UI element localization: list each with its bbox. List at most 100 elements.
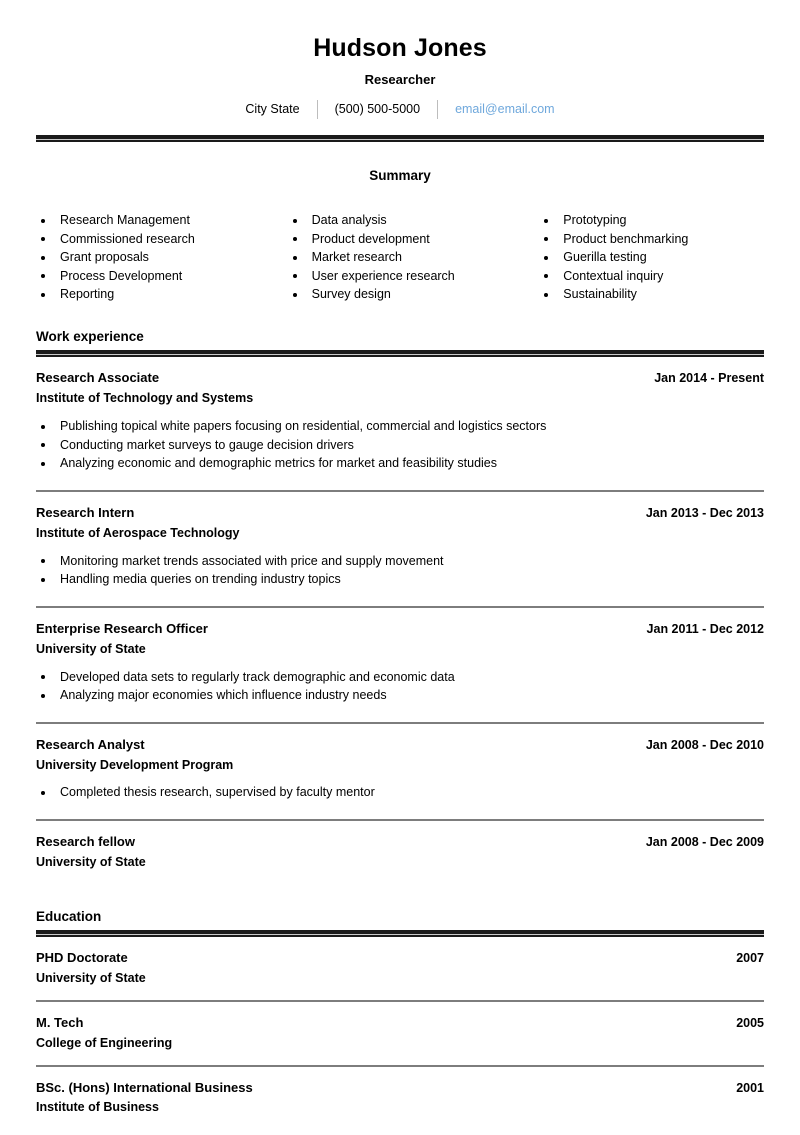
list-item: Publishing topical white papers focusing… (36, 417, 764, 436)
list-item: Handling media queries on trending indus… (36, 570, 764, 589)
header-divider (36, 135, 764, 143)
list-item: Sustainability (539, 285, 764, 304)
responsibility-text: Publishing topical white papers focusing… (60, 419, 547, 434)
list-item: Product benchmarking (539, 230, 764, 249)
job-organization: University of State (36, 641, 146, 656)
section-divider (36, 350, 764, 358)
work-entry: Enterprise Research Officer Jan 2011 - D… (36, 608, 764, 722)
list-item: Analyzing major economies which influenc… (36, 686, 764, 705)
skill-label: Product benchmarking (563, 231, 689, 246)
job-title: Research Intern (36, 504, 135, 520)
responsibility-text: Handling media queries on trending indus… (60, 572, 341, 587)
skill-label: Survey design (311, 287, 391, 302)
job-date-range: Jan 2014 - Present (654, 371, 764, 386)
skill-label: Reporting (60, 287, 115, 302)
degree-institution: College of Engineering (36, 1035, 173, 1050)
skills-column-3: Prototyping Product benchmarking Guerill… (521, 211, 764, 304)
summary-section: Summary Research Management Commissioned… (36, 142, 764, 304)
responsibility-text: Analyzing economic and demographic metri… (60, 456, 498, 471)
list-item: Developed data sets to regularly track d… (36, 668, 764, 687)
skill-label: Product development (311, 231, 430, 246)
skill-label: Prototyping (563, 213, 627, 228)
job-title: Research Associate (36, 370, 160, 386)
section-heading-education: Education (36, 908, 102, 924)
entry-header: BSc. (Hons) International Business 2001 (36, 1080, 764, 1097)
summary-heading: Summary (369, 168, 431, 184)
list-item: Commissioned research (36, 230, 279, 249)
resume-page: Hudson Jones Researcher City State (500)… (0, 0, 800, 1135)
skill-label: Sustainability (563, 287, 637, 302)
education-entry: BSc. (Hons) International Business 2001 … (36, 1067, 764, 1130)
skill-label: User experience research (311, 268, 455, 283)
job-date-range: Jan 2008 - Dec 2010 (645, 737, 764, 752)
section-divider (36, 930, 764, 938)
job-responsibilities: Developed data sets to regularly track d… (36, 668, 764, 705)
contact-separator-icon (316, 100, 318, 120)
skill-label: Commissioned research (60, 231, 195, 246)
list-item: Data analysis (288, 211, 522, 230)
skill-label: Grant proposals (60, 250, 149, 265)
list-item: Monitoring market trends associated with… (36, 552, 764, 571)
list-item: Market research (288, 248, 522, 267)
work-entry: Research Associate Jan 2014 - Present In… (36, 357, 764, 490)
list-item: User experience research (288, 267, 522, 286)
job-responsibilities: Completed thesis research, supervised by… (36, 783, 764, 802)
degree-title: BSc. (Hons) International Business (36, 1079, 253, 1095)
job-title: Research fellow (36, 834, 135, 850)
job-date-range: Jan 2013 - Dec 2013 (645, 505, 764, 520)
job-title: Enterprise Research Officer (36, 620, 208, 636)
section-heading-work: Work experience (36, 329, 144, 345)
education-entry: M. Tech 2005 College of Engineering (36, 1002, 764, 1065)
list-item: Conducting market surveys to gauge decis… (36, 436, 764, 455)
candidate-role: Researcher (364, 71, 436, 87)
entry-header: PHD Doctorate 2007 (36, 950, 764, 967)
contact-email-link[interactable]: email@email.com (455, 102, 555, 118)
contact-separator-icon (437, 100, 439, 120)
job-responsibilities: Monitoring market trends associated with… (36, 552, 764, 589)
degree-year: 2001 (736, 1080, 764, 1095)
entry-header: M. Tech 2005 (36, 1015, 764, 1032)
skill-label: Market research (311, 250, 402, 265)
job-organization: Institute of Technology and Systems (36, 391, 254, 406)
candidate-name: Hudson Jones (313, 34, 487, 62)
list-item: Survey design (288, 285, 522, 304)
entry-header: Research fellow Jan 2008 - Dec 2009 (36, 834, 764, 851)
work-entry: Research Intern Jan 2013 - Dec 2013 Inst… (36, 492, 764, 606)
list-item: Contextual inquiry (539, 267, 764, 286)
job-date-range: Jan 2008 - Dec 2009 (645, 835, 764, 850)
skills-column-2: Data analysis Product development Market… (279, 211, 522, 304)
degree-institution: University of State (36, 970, 146, 985)
job-responsibilities: Publishing topical white papers focusing… (36, 417, 764, 473)
skills-column-1: Research Management Commissioned researc… (36, 211, 279, 304)
skills-grid: Research Management Commissioned researc… (36, 211, 764, 304)
list-item: Research Management (36, 211, 279, 230)
job-organization: Institute of Aerospace Technology (36, 525, 240, 540)
job-title: Research Analyst (36, 736, 145, 752)
list-item: Prototyping (539, 211, 764, 230)
list-item: Product development (288, 230, 522, 249)
entry-header: Research Associate Jan 2014 - Present (36, 370, 764, 387)
work-experience-section: Work experience Research Associate Jan 2… (36, 329, 764, 884)
skill-label: Process Development (60, 268, 183, 283)
work-entries: Research Associate Jan 2014 - Present In… (36, 357, 764, 884)
degree-institution: Institute of Business (36, 1100, 159, 1115)
responsibility-text: Developed data sets to regularly track d… (60, 669, 455, 684)
entry-header: Research Intern Jan 2013 - Dec 2013 (36, 505, 764, 522)
responsibility-text: Conducting market surveys to gauge decis… (60, 437, 354, 452)
entry-header: Enterprise Research Officer Jan 2011 - D… (36, 621, 764, 638)
list-item: Reporting (36, 285, 279, 304)
contact-phone[interactable]: (500) 500-5000 (335, 102, 420, 118)
skill-label: Contextual inquiry (563, 268, 664, 283)
responsibility-text: Completed thesis research, supervised by… (60, 785, 375, 800)
degree-year: 2007 (736, 951, 764, 966)
work-entry: Research fellow Jan 2008 - Dec 2009 Univ… (36, 821, 764, 884)
work-entry: Research Analyst Jan 2008 - Dec 2010 Uni… (36, 724, 764, 819)
